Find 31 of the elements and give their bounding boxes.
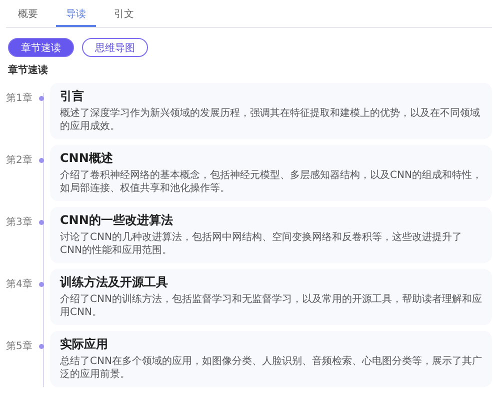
chapter-number: 第3章 xyxy=(6,216,34,229)
chapter-title: 实际应用 xyxy=(60,336,109,352)
view-button[interactable]: 章节速读 xyxy=(8,38,74,57)
chapter-title: CNN概述 xyxy=(60,150,114,166)
chapter-number: 第2章 xyxy=(6,154,34,167)
chapter-description: 讨论了CNN的几种改进算法，包括网中网结构、空间变换网络和反卷积等，这些改进提升了CNN的性能和应用范围。 xyxy=(60,231,463,257)
chapter-number: 第1章 xyxy=(6,92,34,105)
chapter-number: 第5章 xyxy=(6,340,34,353)
chapter-card[interactable]: CNN概述 介绍了卷积神经网络的基本概念，包括神经元模型、多层感知器结构，以及CNN的组成和特性，如局部连接、权值共享和池化操作等。 xyxy=(50,145,492,201)
timeline-dot xyxy=(39,282,44,286)
tab[interactable]: 概要 xyxy=(8,4,48,27)
timeline-dot xyxy=(39,96,44,100)
tab[interactable]: 导读 xyxy=(56,4,96,27)
chapter-card[interactable]: CNN的一些改进算法 讨论了CNN的几种改进算法，包括网中网结构、空间变换网络和反卷积等，这些改进提升了CNN的性能和应用范围。 xyxy=(50,207,492,263)
section-heading: 章节速读 xyxy=(7,63,49,77)
chapter-card[interactable]: 引言 概述了深度学习作为新兴领域的发展历程，强调其在特征提取和建模上的优势，以及在不同领域的应用成效。 xyxy=(50,83,492,139)
timeline-dot xyxy=(39,220,44,224)
view-button[interactable]: 思维导图 xyxy=(82,38,148,57)
tab[interactable]: 引文 xyxy=(104,4,144,27)
chapter-description: 总结了CNN在多个领域的应用，如图像分类、人脸识别、音频检索、心电图分类等，展示了其广泛的应用前景。 xyxy=(60,355,482,381)
chapter-description: 介绍了卷积神经网络的基本概念，包括神经元模型、多层感知器结构，以及CNN的组成和特性，如局部连接、权值共享和池化操作等。 xyxy=(60,169,482,195)
chapter-title: 训练方法及开源工具 xyxy=(60,274,169,290)
chapter-card[interactable]: 实际应用 总结了CNN在多个领域的应用，如图像分类、人脸识别、音频检索、心电图分类等，展示了其广泛的应用前景。 xyxy=(50,331,492,387)
chapter-number: 第4章 xyxy=(6,278,34,291)
chapter-card[interactable]: 训练方法及开源工具 介绍了CNN的训练方法，包括监督学习和无监督学习，以及常用的开源工具，帮助读者理解和应用CNN。 xyxy=(50,269,492,325)
chapter-description: 概述了深度学习作为新兴领域的发展历程，强调其在特征提取和建模上的优势，以及在不同领域的应用成效。 xyxy=(60,107,481,133)
timeline-dot xyxy=(39,344,44,348)
chapter-description: 介绍了CNN的训练方法，包括监督学习和无监督学习，以及常用的开源工具，帮助读者理解和应用CNN。 xyxy=(60,293,482,319)
chapter-title: 引言 xyxy=(60,88,85,104)
chapter-title: CNN的一些改进算法 xyxy=(60,212,174,228)
timeline-dot xyxy=(39,158,44,162)
